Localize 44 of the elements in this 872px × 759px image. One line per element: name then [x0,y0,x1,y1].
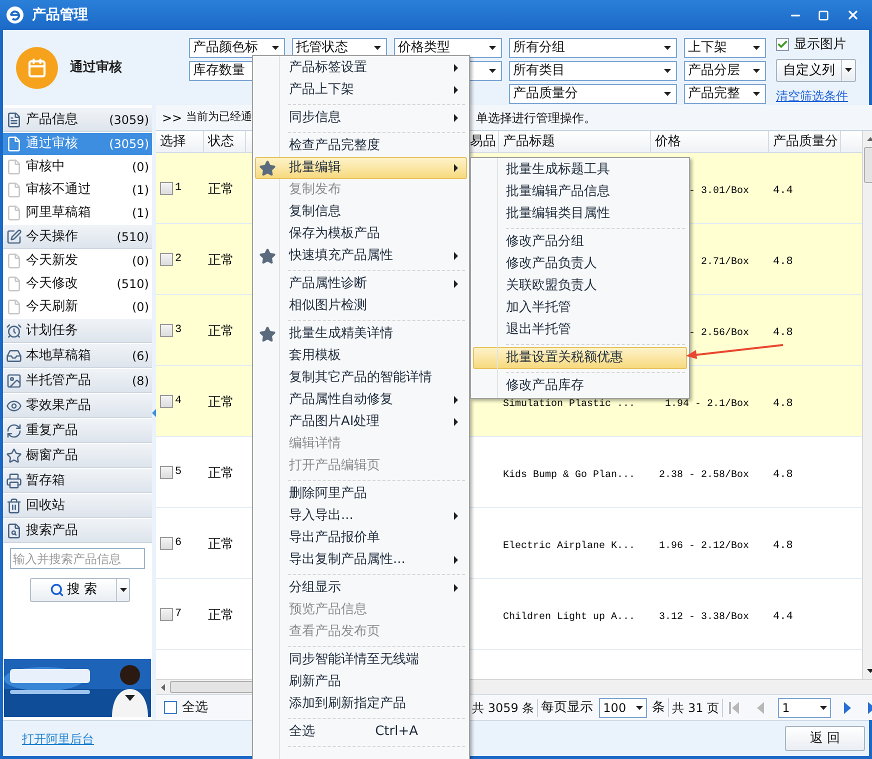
info-text: 单选择进行管理操作。 [476,110,596,126]
per-page-unit: 条 [652,698,670,718]
row-number: 7 [175,606,182,622]
table-cell: - 3.01/Box [688,186,749,197]
shortcut-label: Ctrl+A [375,723,418,742]
table-cell: Electric Airplane K... [503,541,636,552]
row-number: 4 [175,394,182,409]
table-cell: 4.8 [773,256,793,268]
row-number: 6 [175,536,182,551]
table-cell: 正常 [208,182,234,197]
table-cell: 1.94 - 2.1/Box [664,399,749,410]
checkbox-label: 全选 [182,698,208,717]
table-cell: 2.38 - 2.58/Box [658,470,749,481]
table-cell: - 2.56/Box [688,328,749,339]
table-cell: 正常 [208,395,234,410]
info-text: 当前为已经通 [186,109,252,126]
row-number: 1 [175,180,182,196]
table-cell: 1.96 - 2.12/Box [658,541,749,552]
table-cell: Simulation Plastic ... [503,399,636,410]
per-page-label: 每页显示 [541,698,594,717]
table-cell: 4.4 [773,185,793,197]
table-cell: 4.8 [773,398,793,410]
table-cell: 3.12 - 3.38/Box [658,612,749,623]
table-cell: 4.8 [773,469,793,481]
table-cell: Kids Bump & Go Plan... [503,470,636,481]
table-cell: 4.8 [773,327,793,339]
info-lead-mark: >> [162,110,182,126]
table-cell: 4.8 [773,540,793,552]
row-number: 2 [175,252,182,267]
row-number: 3 [175,322,182,338]
table-cell: 4.4 [773,611,793,623]
row-number: 5 [175,464,182,480]
page-count: 共 31 页 [672,698,724,716]
window-title: 产品管理 [32,6,88,24]
table-cell: 正常 [208,466,234,481]
table-cell: 2.71/Box [700,257,749,268]
table-cell: 正常 [208,253,234,268]
table-cell: Children Light up A... [503,612,636,623]
status-heading: 通过审核 [70,58,122,77]
total-count: 共 3059 条 [472,698,538,716]
table-cell: 正常 [208,324,234,339]
table-cell: 正常 [208,537,234,552]
checkbox-label: 显示图片 [794,36,846,54]
table-cell: 正常 [208,608,234,623]
